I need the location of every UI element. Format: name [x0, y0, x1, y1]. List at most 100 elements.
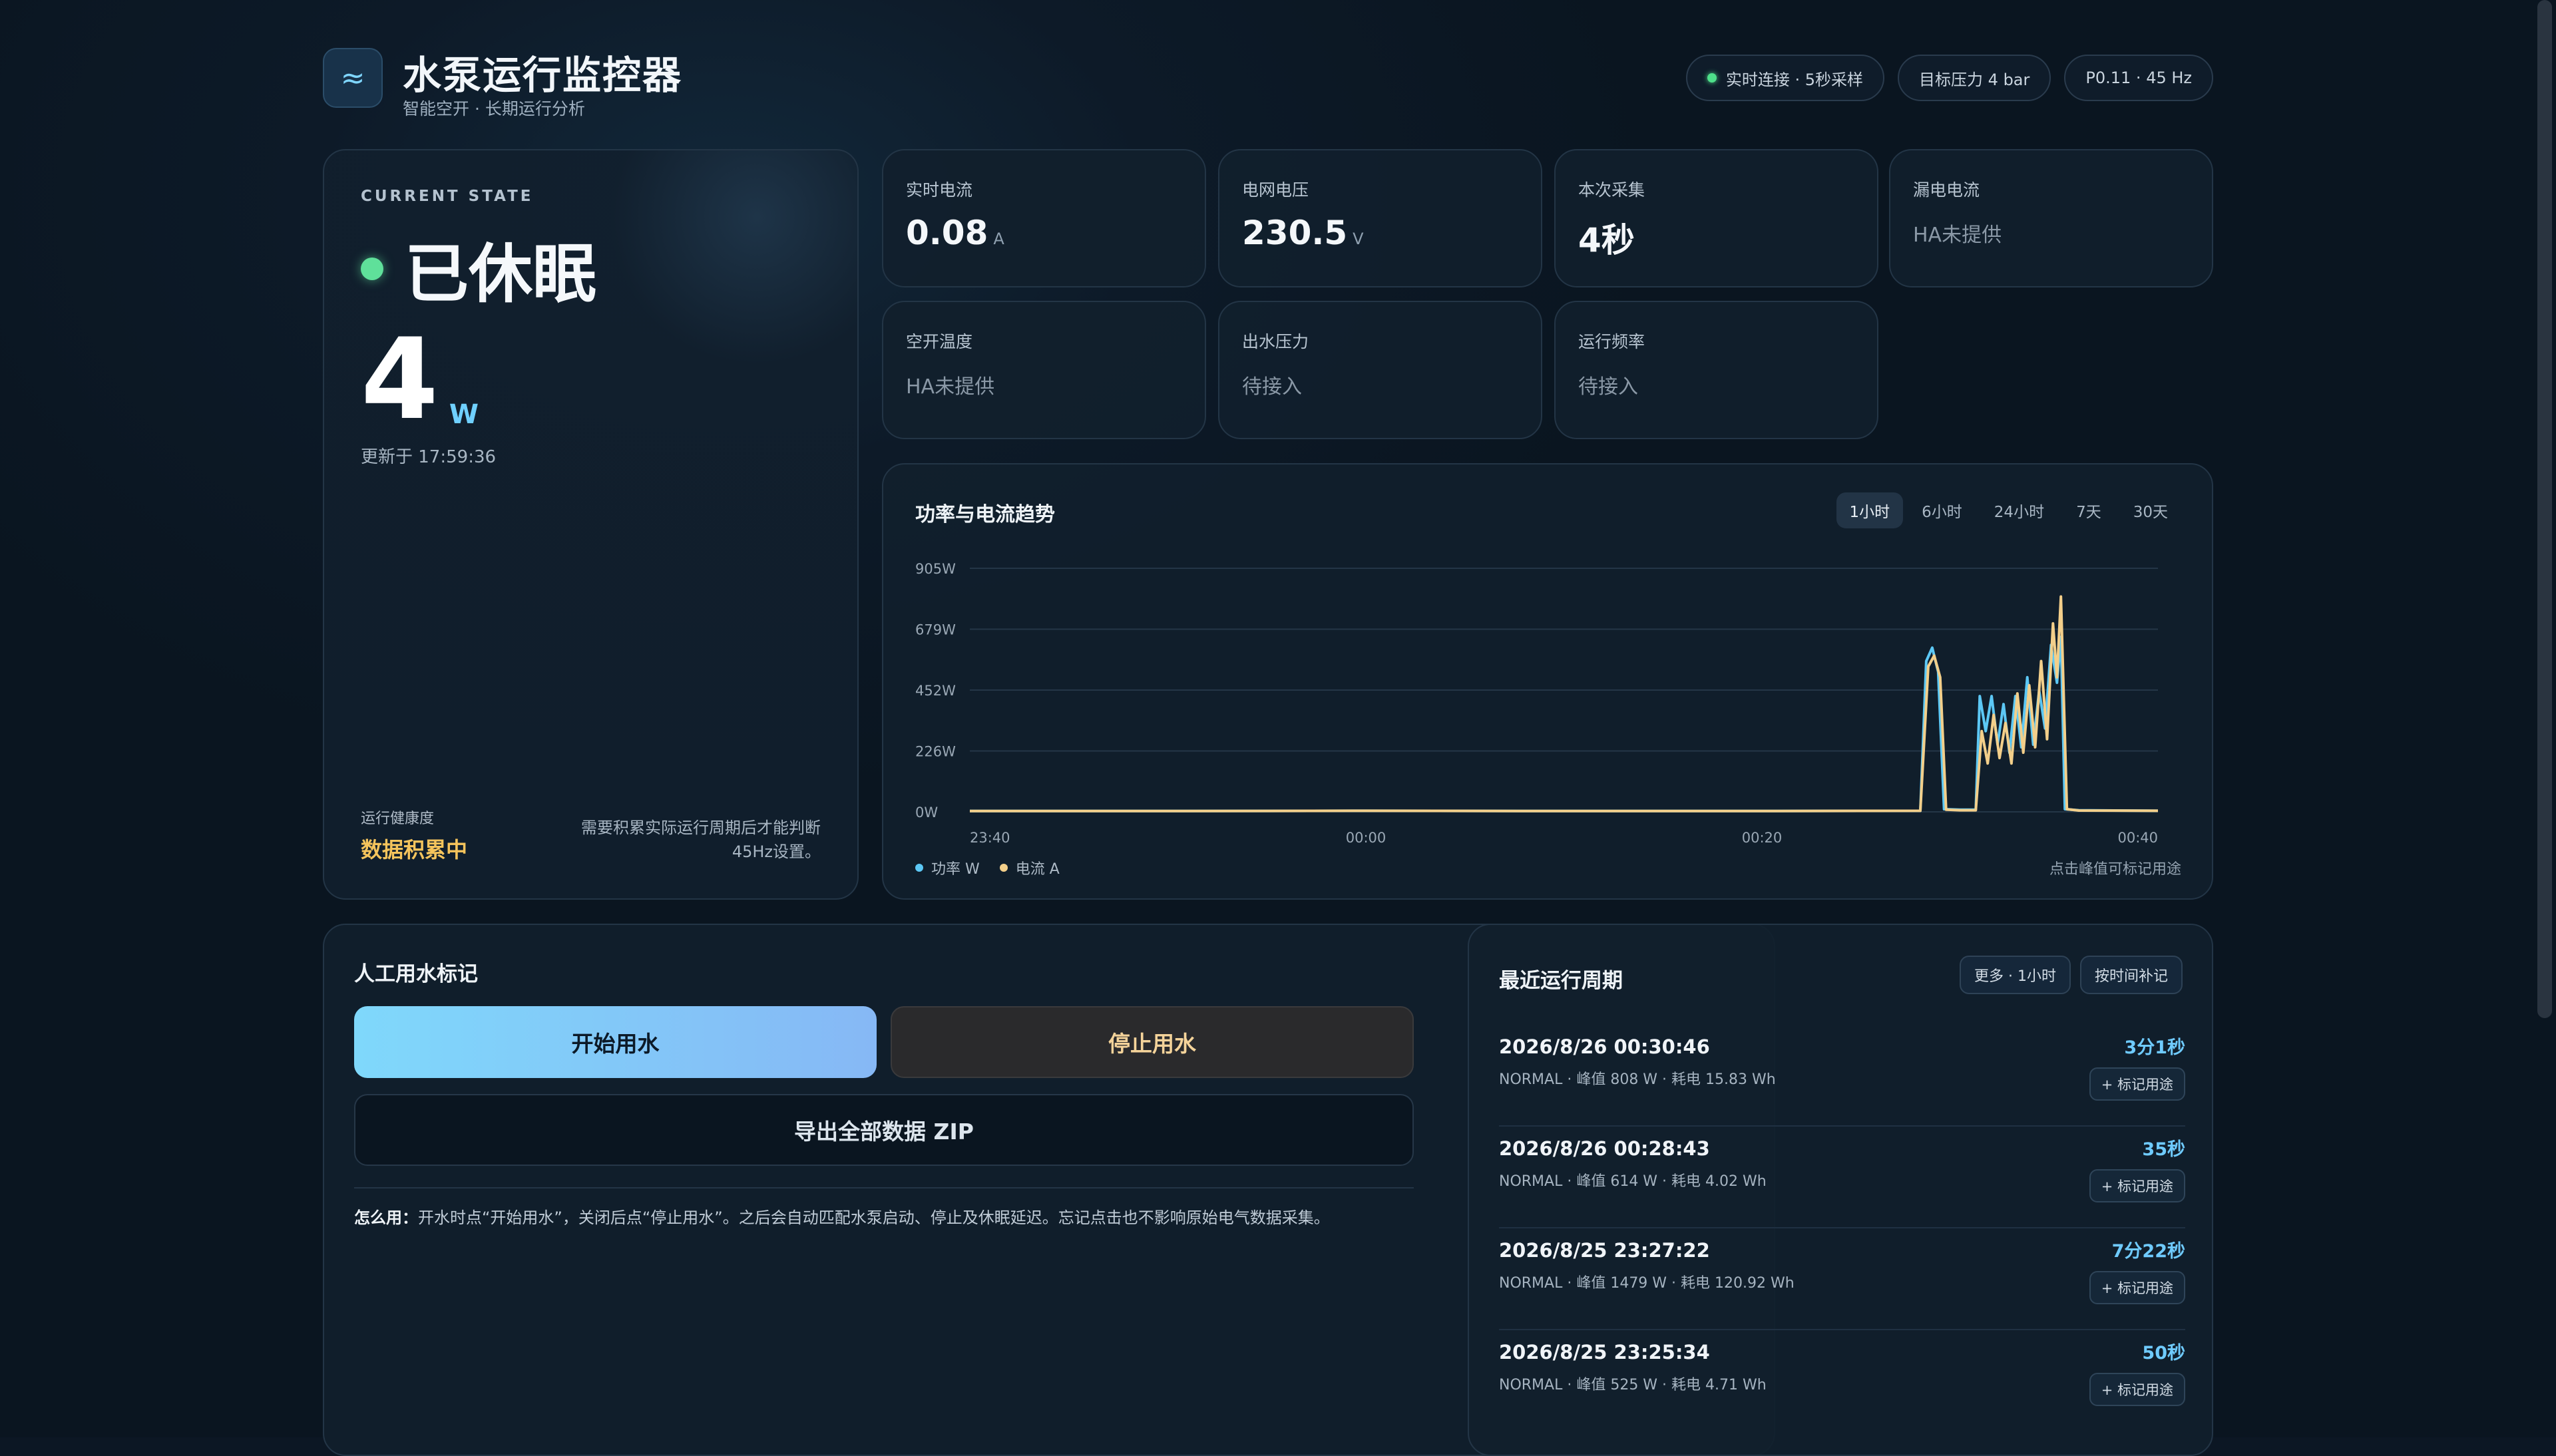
howto-body: 开水时点“开始用水”，关闭后点“停止用水”。之后会自动匹配水泵启动、停止及休眠延… — [418, 1208, 1330, 1227]
metric-number: 230.5 — [1242, 214, 1348, 252]
recent-cycles-card: 最近运行周期 更多 · 1小时 按时间补记 2026/8/26 00:30:46… — [1468, 924, 2213, 1456]
y-tick-label: 0W — [915, 805, 938, 820]
metric-current-card: 实时电流 0.08 A — [882, 149, 1206, 287]
metric-pressure-card: 出水压力 待接入 — [1218, 301, 1542, 439]
metric-label: 漏电电流 — [1913, 180, 1980, 200]
header: ≈ 水泵运行监控器 智能空开 · 长期运行分析 实时连接 · 5秒采样 目标压力… — [323, 44, 2213, 124]
start-water-button[interactable]: 开始用水 — [354, 1006, 877, 1078]
tag-purpose-button[interactable]: + 标记用途 — [2089, 1271, 2185, 1304]
app-title: 水泵运行监控器 — [403, 53, 683, 98]
cycle-meta: NORMAL · 峰值 614 W · 耗电 4.02 Wh — [1499, 1173, 1767, 1190]
cycle-list: 2026/8/26 00:30:46 NORMAL · 峰值 808 W · 耗… — [1499, 1025, 2185, 1432]
chart-hint: 点击峰值可标记用途 — [2049, 861, 2181, 878]
export-zip-button[interactable]: 导出全部数据 ZIP — [354, 1094, 1414, 1166]
cycle-time: 2026/8/25 23:27:22 — [1499, 1239, 1710, 1262]
app-subtitle: 智能空开 · 长期运行分析 — [403, 99, 585, 118]
frequency-chip: P0.11 · 45 Hz — [2064, 55, 2213, 101]
metric-voltage-card: 电网电压 230.5 V — [1218, 149, 1542, 287]
metric-label: 本次采集 — [1578, 180, 1645, 200]
metric-label: 运行频率 — [1578, 332, 1645, 351]
tag-purpose-button[interactable]: + 标记用途 — [2089, 1373, 2185, 1406]
legend-power: 功率 W — [915, 857, 980, 878]
metric-muted-value: 待接入 — [1242, 375, 1302, 399]
state-dot-icon — [361, 257, 383, 280]
frequency-chip-label: P0.11 · 45 Hz — [2085, 69, 2192, 87]
metric-unit: A — [993, 230, 1004, 248]
manual-title: 人工用水标记 — [354, 962, 478, 986]
y-tick-label: 679W — [915, 622, 956, 638]
stop-water-button[interactable]: 停止用水 — [891, 1006, 1414, 1078]
wave-logo-icon: ≈ — [323, 48, 383, 108]
page-scrollbar[interactable] — [2537, 0, 2552, 1018]
x-tick-label: 00:40 — [2117, 830, 2158, 846]
health-label: 运行健康度 — [361, 811, 435, 827]
metric-sample-card: 本次采集 4秒 — [1554, 149, 1878, 287]
cycle-time: 2026/8/26 00:28:43 — [1499, 1137, 1710, 1160]
health-note: 需要积累实际运行周期后才能判断45Hz设置。 — [581, 819, 821, 861]
state-row: 已休眠 — [361, 222, 596, 315]
metric-number: 0.08 — [906, 214, 988, 252]
trend-chart-plot[interactable]: 905W 679W 452W 226W 0W 23:40 00:00 00:20 00:40 — [883, 464, 2212, 898]
legend-current: 电流 A — [999, 857, 1060, 878]
x-tick-label: 00:00 — [1346, 830, 1386, 846]
metric-label: 电网电压 — [1242, 180, 1309, 200]
metric-muted-value: HA未提供 — [1913, 224, 2002, 247]
metric-number: 4秒 — [1578, 221, 1635, 260]
cycle-item: 2026/8/25 23:25:34 NORMAL · 峰值 525 W · 耗… — [1499, 1330, 2185, 1432]
cycle-time: 2026/8/25 23:25:34 — [1499, 1341, 1710, 1364]
metric-unit: V — [1353, 230, 1364, 248]
metric-value: 4秒 — [1578, 214, 1635, 262]
tag-purpose-button[interactable]: + 标记用途 — [2089, 1067, 2185, 1101]
connection-chip: 实时连接 · 5秒采样 — [1685, 55, 1885, 101]
cycle-actions: 更多 · 1小时 按时间补记 — [1960, 956, 2183, 994]
metric-value: 230.5 V — [1242, 214, 1364, 252]
tag-purpose-button[interactable]: + 标记用途 — [2089, 1169, 2185, 1202]
power-value: 4 — [361, 314, 439, 445]
health-value: 数据积累中 — [361, 837, 468, 862]
howto-prefix: 怎么用： — [354, 1208, 418, 1227]
state-eyebrow: CURRENT STATE — [361, 188, 534, 205]
y-tick-label: 452W — [915, 683, 956, 699]
backfill-button[interactable]: 按时间补记 — [2079, 956, 2183, 994]
metric-value: 0.08 A — [906, 214, 1004, 252]
divider — [354, 1187, 1414, 1188]
x-tick-label: 23:40 — [970, 830, 1010, 846]
cycle-item: 2026/8/26 00:28:43 NORMAL · 峰值 614 W · 耗… — [1499, 1127, 2185, 1228]
cycle-duration: 35秒 — [2142, 1139, 2185, 1160]
cycles-title: 最近运行周期 — [1499, 969, 1623, 993]
legend-current-dot-icon — [999, 864, 1008, 872]
howto-text: 怎么用：开水时点“开始用水”，关闭后点“停止用水”。之后会自动匹配水泵启动、停止… — [354, 1204, 1330, 1228]
x-tick-label: 00:20 — [1742, 830, 1783, 846]
metric-label: 出水压力 — [1242, 332, 1309, 351]
power-unit: W — [449, 399, 479, 430]
metric-label: 空开温度 — [906, 332, 973, 351]
legend-power-dot-icon — [915, 864, 923, 872]
chart-legend: 功率 W 电流 A — [915, 857, 1060, 878]
cycle-time: 2026/8/26 00:30:46 — [1499, 1035, 1710, 1058]
cycle-duration: 7分22秒 — [2111, 1241, 2185, 1262]
metric-muted-value: HA未提供 — [906, 375, 995, 399]
power-series-line[interactable] — [970, 636, 2159, 813]
y-tick-label: 226W — [915, 744, 956, 760]
y-tick-label: 905W — [915, 561, 956, 577]
cycle-item: 2026/8/25 23:27:22 NORMAL · 峰值 1479 W · … — [1499, 1228, 2185, 1330]
page: ≈ 水泵运行监控器 智能空开 · 长期运行分析 实时连接 · 5秒采样 目标压力… — [323, 0, 2213, 1456]
updated-time: 更新于 17:59:36 — [361, 447, 497, 467]
status-dot-icon — [1707, 73, 1717, 83]
target-pressure-chip-label: 目标压力 4 bar — [1919, 70, 2030, 89]
more-cycles-button[interactable]: 更多 · 1小时 — [1960, 956, 2071, 994]
cycle-meta: NORMAL · 峰值 808 W · 耗电 15.83 Wh — [1499, 1071, 1776, 1088]
trend-chart-card: 功率与电流趋势 1小时 6小时 24小时 7天 30天 905W 679W 452W… — [882, 463, 2213, 900]
header-chips: 实时连接 · 5秒采样 目标压力 4 bar P0.11 · 45 Hz — [1685, 55, 2213, 101]
power-readout: 4 W — [361, 323, 479, 435]
cycle-meta: NORMAL · 峰值 1479 W · 耗电 120.92 Wh — [1499, 1275, 1795, 1292]
cycle-duration: 50秒 — [2142, 1343, 2185, 1364]
metric-label: 实时电流 — [906, 180, 973, 200]
state-status: 已休眠 — [405, 237, 596, 311]
cycle-meta: NORMAL · 峰值 525 W · 耗电 4.71 Wh — [1499, 1377, 1767, 1393]
legend-power-label: 功率 W — [931, 861, 980, 878]
cycle-duration: 3分1秒 — [2124, 1037, 2185, 1058]
metric-frequency-card: 运行频率 待接入 — [1554, 301, 1878, 439]
target-pressure-chip: 目标压力 4 bar — [1898, 55, 2051, 101]
cycle-item: 2026/8/26 00:30:46 NORMAL · 峰值 808 W · 耗… — [1499, 1025, 2185, 1127]
